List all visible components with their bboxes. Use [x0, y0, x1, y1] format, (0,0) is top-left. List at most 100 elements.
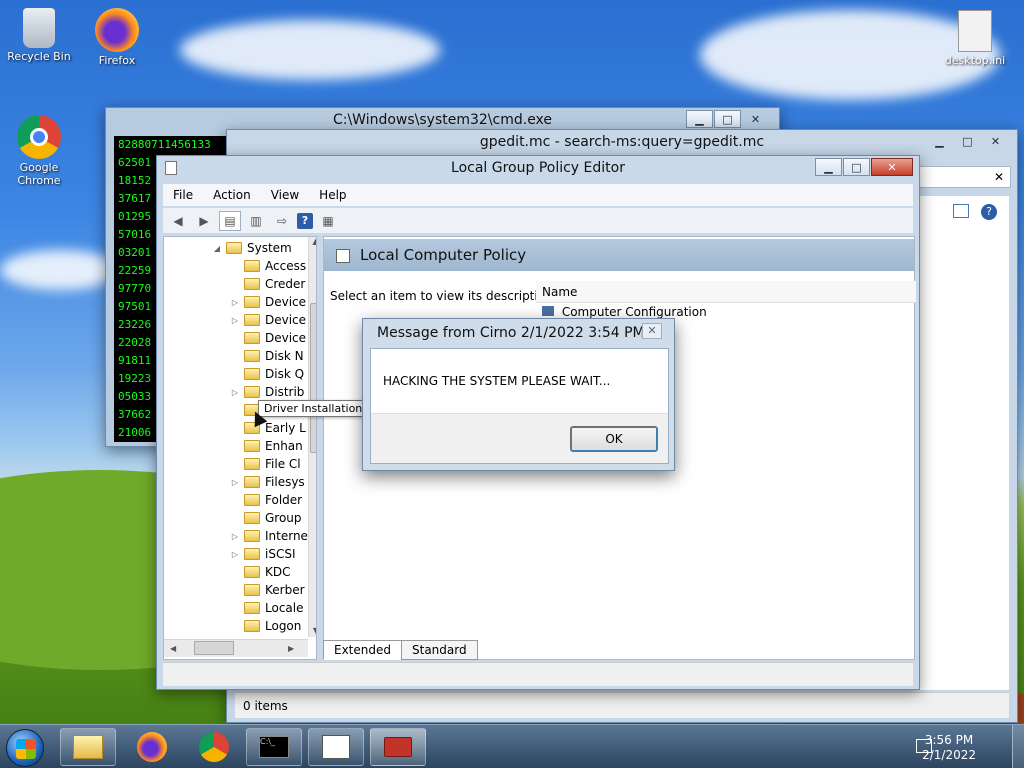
firefox-label: Firefox — [98, 54, 136, 67]
tree-item[interactable]: Folder — [230, 491, 302, 509]
expand-arrow-icon[interactable]: ▷ — [230, 550, 240, 559]
scroll-left-icon[interactable]: ◀ — [170, 644, 176, 653]
maximize-button[interactable]: □ — [954, 132, 981, 150]
scroll-right-icon[interactable]: ▶ — [288, 644, 294, 653]
tree-item[interactable]: Enhan — [230, 437, 303, 455]
tab-standard[interactable]: Standard — [401, 640, 478, 660]
firefox-shortcut[interactable]: Firefox — [78, 8, 156, 67]
policy-document-icon — [336, 249, 350, 263]
tree-item[interactable]: ▷ Distrib — [230, 383, 305, 401]
minimize-button[interactable]: ▁ — [686, 110, 713, 128]
chrome-taskbar-button[interactable] — [186, 728, 242, 766]
expand-arrow-icon[interactable]: ◢ — [212, 244, 222, 253]
folder-icon — [244, 548, 260, 560]
tree-item[interactable]: Early L — [230, 419, 306, 437]
folder-icon — [244, 512, 260, 524]
tree-item[interactable]: ◢ System — [212, 239, 292, 257]
minimize-button[interactable]: ▁ — [926, 132, 953, 150]
recycle-bin-icon — [23, 8, 55, 48]
folder-icon — [244, 368, 260, 380]
tree-item[interactable]: Disk Q — [230, 365, 304, 383]
firefox-icon — [137, 732, 167, 762]
tree-item[interactable]: Group — [230, 509, 302, 527]
preview-pane-icon[interactable] — [953, 204, 969, 218]
close-icon[interactable]: ✕ — [642, 323, 662, 339]
show-hide-icon[interactable]: ▦ — [317, 211, 339, 231]
close-button[interactable]: ✕ — [871, 158, 913, 176]
name-column-header[interactable]: Name — [536, 281, 916, 303]
expand-arrow-icon[interactable]: ▷ — [230, 532, 240, 541]
folder-icon — [244, 260, 260, 272]
scrollbar-thumb[interactable] — [310, 303, 316, 453]
search-box[interactable]: ✕ — [917, 166, 1011, 188]
menu-file[interactable]: File — [163, 188, 203, 202]
tree-item[interactable]: ▷ Device — [230, 311, 306, 329]
folder-icon — [244, 296, 260, 308]
expand-arrow-icon[interactable]: ▷ — [230, 298, 240, 307]
tab-extended[interactable]: Extended — [323, 640, 402, 660]
recycle-bin-shortcut[interactable]: Recycle Bin — [0, 8, 78, 63]
tree-item-label: File Cl — [265, 457, 301, 471]
tree-item[interactable]: Locale — [230, 599, 303, 617]
message-dialog: Message from Cirno 2/1/2022 3:54 PM ✕ HA… — [362, 318, 675, 471]
maximize-button[interactable]: □ — [714, 110, 741, 128]
tree-item[interactable]: KDC — [230, 563, 291, 581]
show-desktop-button[interactable] — [1012, 725, 1024, 768]
menu-help[interactable]: Help — [309, 188, 356, 202]
expand-arrow-icon[interactable]: ▷ — [230, 316, 240, 325]
expand-arrow-icon[interactable]: ▷ — [230, 478, 240, 487]
tree-item[interactable]: ▷ Interne — [230, 527, 308, 545]
close-button[interactable]: ✕ — [982, 132, 1009, 150]
desktop-ini-shortcut[interactable]: desktop.ini — [936, 10, 1014, 67]
help-icon[interactable]: ? — [981, 204, 997, 220]
dialog-body: HACKING THE SYSTEM PLEASE WAIT... OK — [370, 348, 669, 464]
tree-item-label: Disk N — [265, 349, 304, 363]
dialog-titlebar[interactable]: Message from Cirno 2/1/2022 3:54 PM — [363, 319, 674, 347]
properties-icon[interactable]: ▥ — [245, 211, 267, 231]
gpedit-titlebar[interactable]: Local Group Policy Editor — [157, 156, 919, 180]
tree-item-label: Disk Q — [265, 367, 305, 381]
tree-item[interactable]: Creder — [230, 275, 305, 293]
scroll-up-icon[interactable]: ▲ — [309, 237, 316, 246]
scrollbar-thumb[interactable] — [194, 641, 234, 655]
console-tree-icon[interactable]: ▤ — [219, 210, 241, 231]
tree-item[interactable]: Logon — [230, 617, 301, 635]
clock[interactable]: 3:56 PM 2/1/2022 — [922, 733, 976, 763]
tree-item-label: Kerber — [265, 583, 305, 597]
export-list-icon[interactable]: ⇨ — [271, 211, 293, 231]
firefox-taskbar-button[interactable] — [124, 728, 180, 766]
chrome-shortcut[interactable]: Google Chrome — [0, 115, 78, 187]
explorer-taskbar-button[interactable] — [60, 728, 116, 766]
menu-action[interactable]: Action — [203, 188, 261, 202]
scroll-down-icon[interactable]: ▼ — [309, 626, 316, 635]
tree-item[interactable]: Kerber — [230, 581, 305, 599]
close-button[interactable]: ✕ — [742, 110, 769, 128]
search-titlebar[interactable]: gpedit.mc - search-ms:query=gpedit.mc — [227, 130, 1017, 154]
minimize-button[interactable]: ▁ — [815, 158, 842, 176]
menu-view[interactable]: View — [261, 188, 309, 202]
list-item[interactable]: Computer Configuration — [542, 305, 707, 319]
navigation-tree[interactable]: ◢ System Access Creder ▷ Device ▷ Device Device D… — [163, 236, 317, 660]
tree-item[interactable]: Disk N — [230, 347, 304, 365]
toolbox-taskbar-button[interactable] — [370, 728, 426, 766]
tree-vertical-scrollbar[interactable]: ▲ ▼ — [308, 237, 316, 637]
help-icon[interactable]: ? — [297, 212, 313, 229]
tree-item[interactable]: Access — [230, 257, 306, 275]
tree-item[interactable]: Device — [230, 329, 306, 347]
windows-logo-icon — [16, 739, 36, 759]
maximize-button[interactable]: □ — [843, 158, 870, 176]
tree-item[interactable]: ▷ iSCSI — [230, 545, 296, 563]
tree-item[interactable]: ▷ Device — [230, 293, 306, 311]
tree-horizontal-scrollbar[interactable]: ◀ ▶ — [164, 639, 308, 657]
back-arrow-icon[interactable]: ◀ — [167, 211, 189, 231]
tree-item[interactable]: File Cl — [230, 455, 301, 473]
recycle-bin-label: Recycle Bin — [7, 50, 71, 63]
ok-button[interactable]: OK — [570, 426, 658, 452]
start-button[interactable] — [6, 729, 44, 767]
menu-bar: File Action View Help — [163, 184, 913, 206]
expand-arrow-icon[interactable]: ▷ — [230, 388, 240, 397]
forward-arrow-icon[interactable]: ▶ — [193, 211, 215, 231]
cmd-taskbar-button[interactable]: C:\_ — [246, 728, 302, 766]
gpedit-taskbar-button[interactable] — [308, 728, 364, 766]
tree-item[interactable]: ▷ Filesys — [230, 473, 305, 491]
